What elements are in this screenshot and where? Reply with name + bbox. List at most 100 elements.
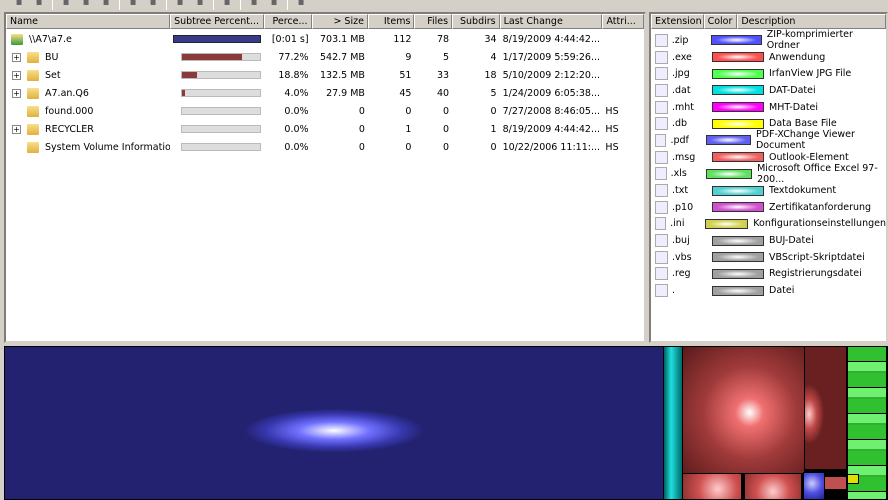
tree-row[interactable]: + A7.an.Q6 4.0% 27.9 MB 45 40 5 1/24/2009…: [6, 84, 644, 102]
items: 9: [405, 51, 412, 63]
files: 0: [443, 141, 450, 153]
open-icon[interactable]: ▪: [12, 0, 26, 9]
extension-row[interactable]: .pdf PDF-XChange Viewer Document: [651, 129, 886, 151]
column-header[interactable]: Extension: [651, 14, 704, 29]
subdirs: 18: [484, 69, 497, 81]
folder-icon: [27, 123, 39, 135]
column-header[interactable]: Color: [703, 14, 738, 29]
expand-icon[interactable]: +: [12, 124, 21, 134]
subdirs: 1: [490, 123, 497, 135]
treemap-tile-zip[interactable]: [4, 346, 664, 500]
properties-icon[interactable]: ▪: [220, 0, 234, 9]
extension-row[interactable]: . Datei: [651, 282, 886, 299]
color-swatch: [712, 235, 764, 246]
expand-icon[interactable]: +: [12, 70, 21, 80]
folder-icon: [27, 51, 39, 63]
tree-row[interactable]: + Set 18.8% 132.5 MB 51 33 18 5/10/2009 2…: [6, 66, 644, 84]
extension: .msg: [672, 151, 696, 163]
percent: 0.0%: [284, 141, 309, 153]
item-name: System Volume Information: [45, 141, 171, 153]
extension-row[interactable]: .reg Registrierungsdatei: [651, 266, 886, 283]
expand-icon[interactable]: +: [12, 52, 21, 62]
extension: .vbs: [672, 251, 692, 263]
cmd-icon[interactable]: ▪: [126, 0, 140, 9]
file-type-icon: [655, 50, 668, 64]
column-header[interactable]: > Size: [311, 14, 368, 29]
item-name: Set: [45, 69, 61, 81]
description: Konfigurationseinstellungen: [753, 218, 886, 230]
color-swatch: [705, 135, 751, 146]
column-header[interactable]: Subtree Percent...: [170, 14, 264, 29]
column-header[interactable]: Items: [367, 14, 415, 29]
treemap-tile-exe[interactable]: [682, 473, 742, 500]
tree-row[interactable]: System Volume Information 0.0% 0 0 0 0 1…: [6, 138, 644, 156]
treemap-tile-exe[interactable]: [804, 346, 847, 470]
explorer-icon[interactable]: ▪: [99, 0, 113, 9]
column-header[interactable]: Last Change: [499, 14, 603, 29]
treemap-tile-exe[interactable]: [744, 473, 802, 500]
extension-row[interactable]: .vbs VBScript-Skriptdatei: [651, 249, 886, 266]
items: 51: [399, 69, 412, 81]
folder-icon: [27, 141, 39, 153]
color-swatch: [712, 252, 764, 263]
column-header[interactable]: Attri...: [602, 14, 644, 29]
item-name: \\A7\a7.e: [29, 33, 72, 45]
folder-icon: [27, 105, 39, 117]
help-icon[interactable]: ▪: [294, 0, 308, 9]
extension: .mht: [672, 101, 695, 113]
size: 132.5 MB: [320, 69, 365, 81]
tree-row[interactable]: + RECYCLER 0.0% 0 1 0 1 8/19/2009 4:44:42…: [6, 120, 644, 138]
tree-row[interactable]: found.000 0.0% 0 0 0 0 7/27/2008 8:46:05…: [6, 102, 644, 120]
subdirs: 34: [484, 33, 497, 45]
column-header[interactable]: Description: [737, 14, 886, 29]
last-change: 7/27/2008 8:46:05...: [502, 105, 601, 117]
extension: .: [672, 285, 676, 297]
treemap-tile-exe[interactable]: [824, 476, 847, 490]
treemap-tile-db[interactable]: [847, 474, 859, 484]
extension-row[interactable]: .zip ZIP-komprimierter Ordner: [651, 29, 886, 51]
delete-icon[interactable]: ▪: [193, 0, 207, 9]
column-header[interactable]: Perce...: [264, 14, 312, 29]
extension-row[interactable]: .buj BUJ-Datei: [651, 232, 886, 249]
extension: .jpg: [672, 68, 690, 80]
expand-icon[interactable]: +: [12, 88, 21, 98]
color-swatch: [712, 52, 764, 63]
extension-row[interactable]: .mht MHT-Datei: [651, 99, 886, 116]
last-change: 5/10/2009 2:12:20...: [502, 69, 601, 81]
treemap[interactable]: [4, 346, 888, 500]
description: Registrierungsdatei: [769, 268, 862, 280]
extension-row[interactable]: .dat DAT-Datei: [651, 82, 886, 99]
column-header[interactable]: Files: [414, 14, 453, 29]
extension-row[interactable]: .jpg IrfanView JPG File: [651, 65, 886, 82]
item-name: RECYCLER: [45, 123, 94, 135]
item-name: found.000: [45, 105, 94, 117]
toolbar-separator: [166, 0, 167, 10]
treemap-tile-dat[interactable]: [663, 346, 683, 500]
size: 0: [358, 141, 365, 153]
treemap-tile-exe[interactable]: [682, 346, 805, 474]
copy-icon[interactable]: ▪: [79, 0, 93, 9]
treemap-tile-pdf[interactable]: [803, 472, 825, 500]
column-header[interactable]: Subdirs: [452, 14, 500, 29]
tree-row[interactable]: \\A7\a7.e [0:01 s] 703.1 MB 112 78 34 8/…: [6, 30, 644, 48]
refresh-selected-icon[interactable]: ▪: [146, 0, 160, 9]
cleanup-icon[interactable]: ▪: [173, 0, 187, 9]
extension-list-panel: Extension Color Description .zip ZIP-kompri…: [649, 12, 888, 343]
refresh-icon[interactable]: ▪: [32, 0, 46, 9]
extension-row[interactable]: .xls Microsoft Office Excel 97-200...: [651, 163, 886, 185]
toolbar-separator: [119, 0, 120, 10]
play-icon[interactable]: ▪: [59, 0, 73, 9]
color-swatch: [712, 102, 764, 113]
zoom-in-icon[interactable]: ▪: [247, 0, 261, 9]
extension: .zip: [671, 34, 689, 46]
tree-header: Name Subtree Percent... Perce... > Size Item…: [6, 14, 644, 29]
extension-row[interactable]: .p10 Zertifikatanforderung: [651, 199, 886, 216]
extension-row[interactable]: .ini Konfigurationseinstellungen: [651, 216, 886, 233]
column-header[interactable]: Name: [6, 14, 171, 29]
item-name: BU: [45, 51, 59, 63]
size: 0: [358, 123, 365, 135]
zoom-out-icon[interactable]: ▪: [267, 0, 281, 9]
subtree-bar: [181, 107, 262, 115]
description: Datei: [769, 285, 795, 297]
tree-row[interactable]: + BU 77.2% 542.7 MB 9 5 4 1/17/2009 5:59:…: [6, 48, 644, 66]
